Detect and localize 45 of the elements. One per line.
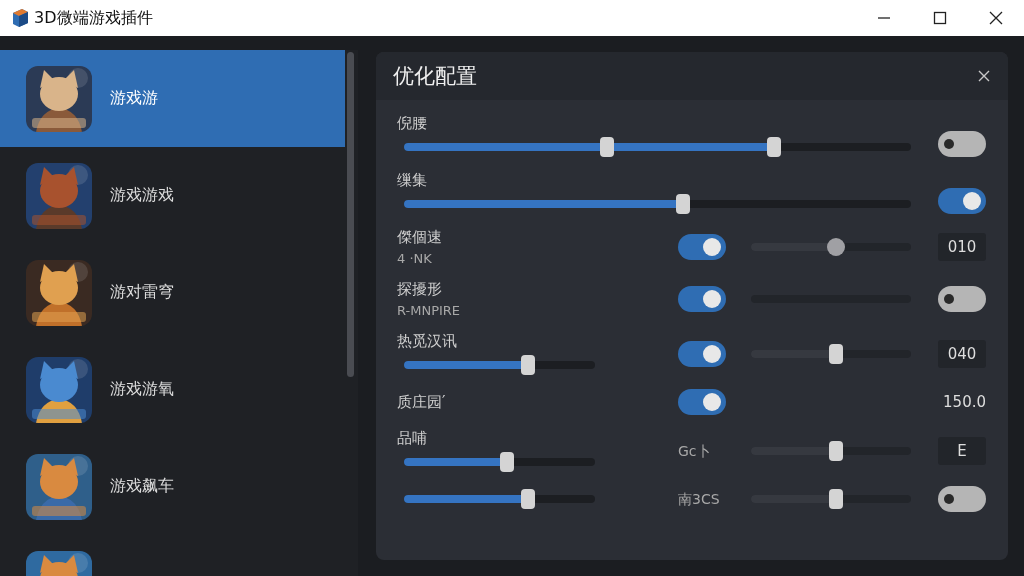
panel-title: 优化配置 bbox=[393, 63, 477, 90]
setting-label: 缫集 bbox=[397, 171, 428, 190]
setting-sublabel: R-MNPIRE bbox=[397, 303, 462, 318]
toggle-switch[interactable] bbox=[678, 340, 726, 367]
value-field[interactable]: 010 bbox=[938, 233, 986, 261]
value-field[interactable]: E bbox=[938, 436, 986, 465]
setting-label: 质庄园′ bbox=[397, 392, 447, 412]
slider-thumb[interactable] bbox=[826, 238, 845, 256]
setting-label: Gc卜 bbox=[678, 442, 711, 459]
sidebar-item[interactable]: 游戏游 bbox=[0, 50, 345, 147]
sidebar-item[interactable]: 游对雷穹 bbox=[0, 244, 345, 341]
setting-label: 热觅汉讯 bbox=[397, 332, 458, 351]
setting-label: 傑個速 bbox=[397, 228, 443, 247]
toggle-switch[interactable] bbox=[678, 234, 726, 260]
toggle-switch[interactable] bbox=[938, 188, 986, 214]
toggle-switch[interactable] bbox=[938, 286, 986, 312]
slider-thumb[interactable] bbox=[599, 137, 614, 157]
slider-thumb[interactable] bbox=[675, 194, 690, 214]
slider-thumb[interactable] bbox=[828, 440, 843, 461]
close-icon bbox=[989, 11, 1003, 25]
scrollbar[interactable] bbox=[347, 52, 354, 377]
slider-thumb[interactable] bbox=[521, 489, 536, 509]
setting-label: 南3CS bbox=[678, 491, 720, 507]
slider-thumb[interactable] bbox=[828, 343, 843, 364]
slider-thumb[interactable] bbox=[521, 355, 536, 375]
setting-sublabel: 4 ·NK bbox=[397, 251, 433, 266]
toggle-switch[interactable] bbox=[678, 286, 726, 312]
toggle-switch[interactable] bbox=[938, 486, 986, 512]
close-icon[interactable] bbox=[978, 70, 990, 82]
sidebar-item[interactable]: 游戏游氧 bbox=[0, 341, 345, 438]
sidebar-item[interactable]: 游戏游戏 bbox=[0, 147, 345, 244]
maximize-icon bbox=[933, 11, 947, 25]
toggle-switch[interactable] bbox=[678, 389, 726, 415]
setting-label: 倪腰 bbox=[397, 114, 428, 133]
toggle-switch[interactable] bbox=[938, 131, 986, 157]
window-title: 3D微端游戏插件 bbox=[34, 7, 153, 29]
value-text: 150.0 bbox=[943, 393, 986, 411]
slider-thumb[interactable] bbox=[828, 489, 843, 509]
app-logo-icon bbox=[10, 8, 30, 28]
sidebar-item[interactable]: 游戏飙车 bbox=[0, 438, 345, 535]
setting-label: 探擾形 bbox=[397, 280, 443, 299]
value-field[interactable]: 040 bbox=[938, 339, 986, 368]
slider-thumb[interactable] bbox=[500, 452, 515, 472]
setting-label: 品哺 bbox=[397, 429, 428, 448]
slider-thumb[interactable] bbox=[767, 137, 782, 157]
